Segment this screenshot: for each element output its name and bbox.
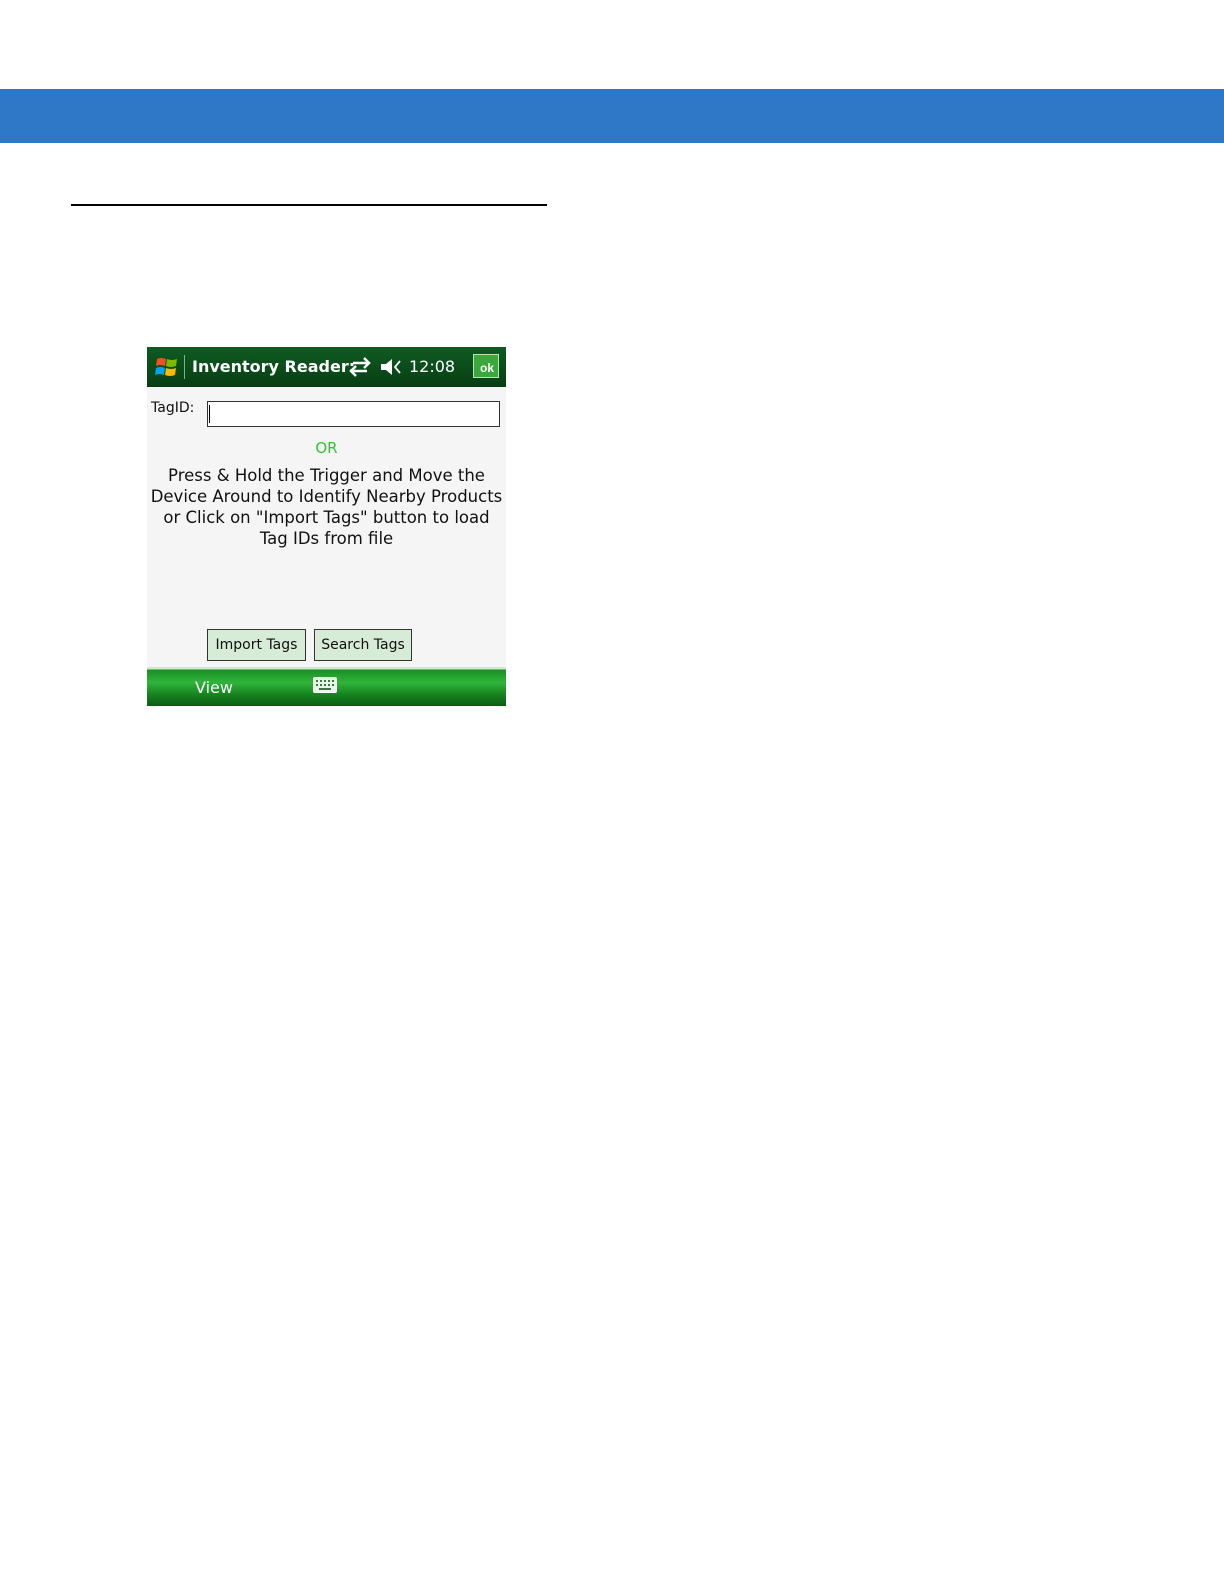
keyboard-icon[interactable] [313,677,337,693]
title-separator [184,355,185,379]
clock[interactable]: 12:08 [409,347,455,387]
volume-muted-icon[interactable] [379,356,403,378]
or-separator-text: OR [315,439,338,457]
menu-bar: View [147,667,506,706]
connectivity-arrows-icon[interactable] [347,356,373,378]
tagid-label: TagID: [151,400,195,416]
view-menu[interactable]: View [195,667,233,706]
search-tags-button[interactable]: Search Tags [314,629,412,661]
tagid-input[interactable] [207,401,500,427]
instructions-text: Press & Hold the Trigger and Move the De… [150,466,503,548]
text-caret [209,405,210,423]
import-tags-button[interactable]: Import Tags [207,629,306,661]
section-rule [71,204,547,206]
title-bar: Inventory Reader: 12:08 ok [147,347,506,387]
page-header-band [0,89,1224,143]
windows-start-icon[interactable] [154,355,180,379]
ok-button[interactable]: ok [473,354,499,378]
app-title: Inventory Reader: [192,357,356,376]
device-screen: Inventory Reader: 12:08 ok TagID: OR Pre… [147,347,506,706]
